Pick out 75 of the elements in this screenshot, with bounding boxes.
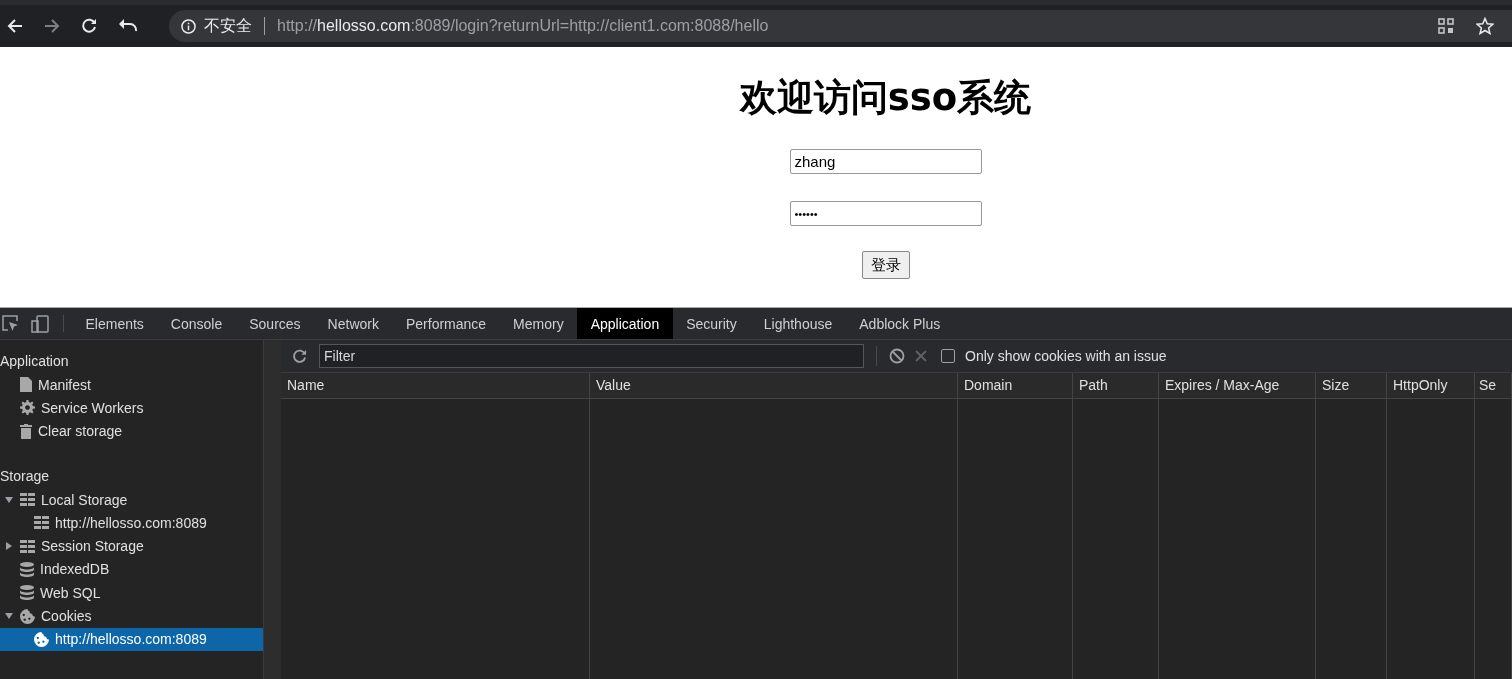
- file-icon: [20, 377, 32, 393]
- checkbox[interactable]: [941, 349, 955, 363]
- qr-code-icon[interactable]: [1438, 18, 1454, 34]
- grid-icon: [20, 493, 35, 507]
- sidebar-item-label: Clear storage: [38, 423, 123, 440]
- close-icon[interactable]: [915, 350, 927, 362]
- username-field[interactable]: zhang: [789, 149, 982, 174]
- sidebar-item[interactable]: Clear storage: [0, 419, 263, 443]
- clear-all-icon[interactable]: [889, 348, 905, 364]
- cookie-icon: [34, 631, 49, 647]
- devtools-tab[interactable]: Security: [672, 308, 751, 339]
- reload-icon[interactable]: [81, 18, 97, 34]
- password-field[interactable]: ••••••: [789, 201, 982, 226]
- grid-icon: [20, 539, 35, 553]
- column-header[interactable]: Value: [590, 373, 958, 398]
- undo-icon[interactable]: [118, 19, 138, 33]
- sidebar-item[interactable]: http://hellosso.com:8089: [0, 511, 263, 535]
- sidebar-item[interactable]: Manifest: [0, 373, 263, 397]
- sidebar-item[interactable]: IndexedDB: [0, 557, 263, 582]
- info-icon: [181, 18, 196, 34]
- inspect-icon[interactable]: [2, 315, 19, 332]
- filter-field[interactable]: Filter: [319, 344, 864, 368]
- column-header[interactable]: Se: [1475, 373, 1512, 398]
- sidebar-item-label: Service Workers: [41, 399, 144, 416]
- trash-icon: [20, 423, 32, 439]
- column-header[interactable]: Size: [1316, 373, 1387, 398]
- devtools-tab[interactable]: Elements: [72, 308, 158, 339]
- checkbox-label: Only show cookies with an issue: [965, 348, 1167, 364]
- sidebar-item[interactable]: Cookies: [0, 604, 263, 628]
- column-header[interactable]: HttpOnly: [1387, 373, 1475, 398]
- column-header[interactable]: Path: [1073, 373, 1159, 398]
- sidebar-item[interactable]: Web SQL: [0, 581, 263, 605]
- devtools-tab[interactable]: Memory: [499, 308, 578, 339]
- grid-icon: [34, 516, 49, 530]
- expanded-arrow-icon[interactable]: [5, 613, 13, 619]
- device-toolbar-icon[interactable]: [31, 314, 49, 333]
- sidebar-section-heading: Storage: [0, 466, 51, 486]
- sidebar-item-label: Cookies: [41, 608, 92, 624]
- collapsed-arrow-icon[interactable]: [6, 542, 12, 551]
- database-icon: [20, 585, 34, 601]
- address-bar[interactable]: 不安全 http://hellosso.com:8089/login?returnUrl=http://client1.com:8088/hello: [169, 10, 1512, 42]
- star-icon[interactable]: [1476, 17, 1494, 35]
- devtools-tab[interactable]: Lighthouse: [750, 308, 846, 339]
- database-icon: [20, 561, 34, 577]
- back-icon[interactable]: [7, 18, 23, 34]
- sidebar-section-heading: Application: [0, 352, 70, 371]
- expanded-arrow-icon[interactable]: [5, 496, 13, 503]
- devtools-tab[interactable]: Console: [157, 308, 236, 339]
- devtools-tab[interactable]: Performance: [392, 308, 500, 339]
- sidebar-item[interactable]: Service Workers: [0, 396, 263, 420]
- column-header[interactable]: Name: [281, 373, 590, 398]
- refresh-icon[interactable]: [292, 348, 307, 364]
- security-label: 不安全: [204, 15, 252, 37]
- sidebar-item[interactable]: http://hellosso.com:8089: [0, 627, 263, 651]
- column-header[interactable]: Expires / Max-Age: [1159, 373, 1316, 398]
- devtools-tab[interactable]: Network: [314, 308, 393, 339]
- column-header[interactable]: Domain: [958, 373, 1073, 398]
- devtools-tab[interactable]: Adblock Plus: [845, 308, 954, 339]
- sidebar-item-label: http://hellosso.com:8089: [55, 631, 207, 648]
- sidebar-item[interactable]: Local Storage: [0, 487, 263, 512]
- cookie-icon: [20, 608, 35, 624]
- sidebar-item-label: Manifest: [38, 376, 91, 393]
- sidebar-item-label: Session Storage: [41, 538, 144, 555]
- sidebar-item-label: IndexedDB: [40, 561, 110, 578]
- sidebar-item[interactable]: Session Storage: [0, 534, 263, 558]
- sidebar-item-label: http://hellosso.com:8089: [55, 514, 207, 531]
- gear-icon: [20, 400, 35, 416]
- url-text: http://hellosso.com:8089/login?returnUrl=http://client1.com:8088/hello: [277, 17, 769, 35]
- sidebar-item-label: Web SQL: [40, 584, 101, 601]
- devtools-tab[interactable]: Sources: [235, 308, 315, 339]
- forward-icon[interactable]: [44, 18, 60, 34]
- page-heading: 欢迎访问sso系统: [739, 75, 1032, 121]
- sidebar-item-label: Local Storage: [41, 491, 128, 508]
- devtools-tab[interactable]: Application: [577, 308, 673, 339]
- login-button[interactable]: 登录: [861, 251, 910, 279]
